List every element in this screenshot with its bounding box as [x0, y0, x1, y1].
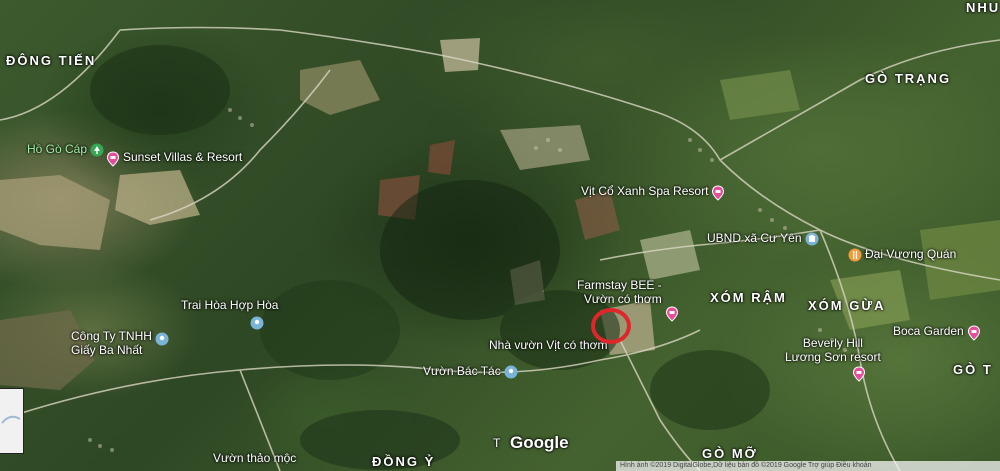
place-icon-trai-hoa[interactable]	[250, 315, 264, 330]
poi-label: UBND xã Cư Yên	[707, 231, 802, 245]
poi-label: Boca Garden	[893, 324, 964, 338]
park-icon	[90, 143, 104, 157]
poi-sunset-villas[interactable]: Sunset Villas & Resort	[106, 150, 245, 167]
poi-dai-vuong[interactable]: Đại Vương Quán	[848, 247, 959, 262]
restaurant-icon	[848, 248, 862, 262]
poi-vuon-bac-tac[interactable]: Vườn Bác Tác	[420, 364, 518, 379]
poi-label: Hồ Gò Cáp	[27, 142, 88, 156]
pin-beverly-hill[interactable]	[852, 365, 866, 382]
poi-label: Vịt Cổ Xanh Spa Resort	[581, 184, 709, 198]
poi-label-line-1: Farmstay BEE -	[577, 278, 662, 292]
government-icon	[805, 232, 819, 246]
poi-label: Beverly Hill Lương Sơn resort	[782, 336, 884, 364]
poi-label: Vườn Bác Tác	[423, 364, 501, 378]
district-label-dong-y: ĐỒNG Ỷ	[372, 454, 436, 469]
poi-label: Đại Vương Quán	[865, 247, 957, 261]
poi-boca-garden[interactable]: Boca Garden	[890, 324, 981, 341]
district-label-go-mo: GÒ MỠ	[702, 446, 758, 461]
poi-ho-go-cap[interactable]: Hồ Gò Cáp	[24, 142, 104, 157]
poi-trai-hoa[interactable]: Trai Hòa Hợp Hòa	[178, 298, 281, 312]
poi-label: Farmstay BEE - Vườn có thơm	[574, 278, 665, 306]
poi-label-line-2: Giấy Ba Nhất	[71, 343, 143, 357]
poi-label-line-2: Vườn có thơm	[583, 292, 662, 306]
poi-label-line-1: Công Ty TNHH	[71, 329, 152, 343]
hotel-pin-icon	[711, 185, 725, 201]
poi-cong-ty[interactable]: Công Ty TNHH Giấy Ba Nhất	[68, 329, 169, 357]
terrain-overlay	[0, 26, 1000, 471]
google-logo: Google	[510, 433, 569, 452]
poi-label: Nhà vườn Vịt có thơm	[489, 338, 608, 352]
highlight-circle	[591, 308, 631, 344]
poi-nha-vuon[interactable]: Nhà vườn Vịt có thơm	[486, 338, 610, 352]
place-icon	[250, 316, 264, 330]
district-label-go-trang: GÒ TRẠNG	[865, 71, 952, 86]
map-control-widget[interactable]	[0, 388, 24, 454]
poi-t-label: T	[490, 436, 503, 450]
poi-label: Sunset Villas & Resort	[123, 150, 243, 164]
attribution-bar[interactable]: Hình ảnh ©2019 DigitalGlobe,Dữ liệu bản …	[616, 461, 1000, 471]
district-label-xom-gua: XÓM GỪA	[808, 298, 886, 313]
satellite-map[interactable]: ĐÔNG TIẾN GÒ TRẠNG XÓM RẬM XÓM GỪA GÒ T …	[0, 0, 1000, 471]
poi-vuon-thao-moc[interactable]: Vườn thảo mộc	[210, 451, 299, 465]
poi-label: T	[493, 436, 501, 450]
hotel-pin-icon	[665, 306, 679, 322]
poi-label: Trai Hòa Hợp Hòa	[181, 298, 279, 312]
poi-label: Công Ty TNHH Giấy Ba Nhất	[68, 329, 155, 357]
place-icon	[155, 332, 169, 346]
poi-label-line-1: Beverly Hill	[802, 336, 863, 350]
poi-ubnd[interactable]: UBND xã Cư Yên	[704, 231, 819, 246]
hotel-pin-icon	[967, 325, 981, 341]
place-icon	[504, 365, 518, 379]
district-label-nhu: NHU	[966, 0, 1000, 15]
poi-label-line-2: Lương Sơn resort	[785, 350, 881, 364]
pegman-icon	[1, 415, 21, 424]
poi-label: Vườn thảo mộc	[213, 451, 297, 465]
poi-beverly-hill[interactable]: Beverly Hill Lương Sơn resort	[782, 336, 884, 364]
district-label-xom-ram: XÓM RẬM	[710, 290, 787, 305]
district-label-go-t: GÒ T	[953, 362, 993, 377]
hotel-pin-icon	[852, 366, 866, 382]
poi-vit-co-xanh[interactable]: Vịt Cổ Xanh Spa Resort	[578, 184, 725, 201]
hotel-pin-icon	[106, 151, 120, 167]
district-label-dong-tien: ĐÔNG TIẾN	[6, 53, 97, 68]
